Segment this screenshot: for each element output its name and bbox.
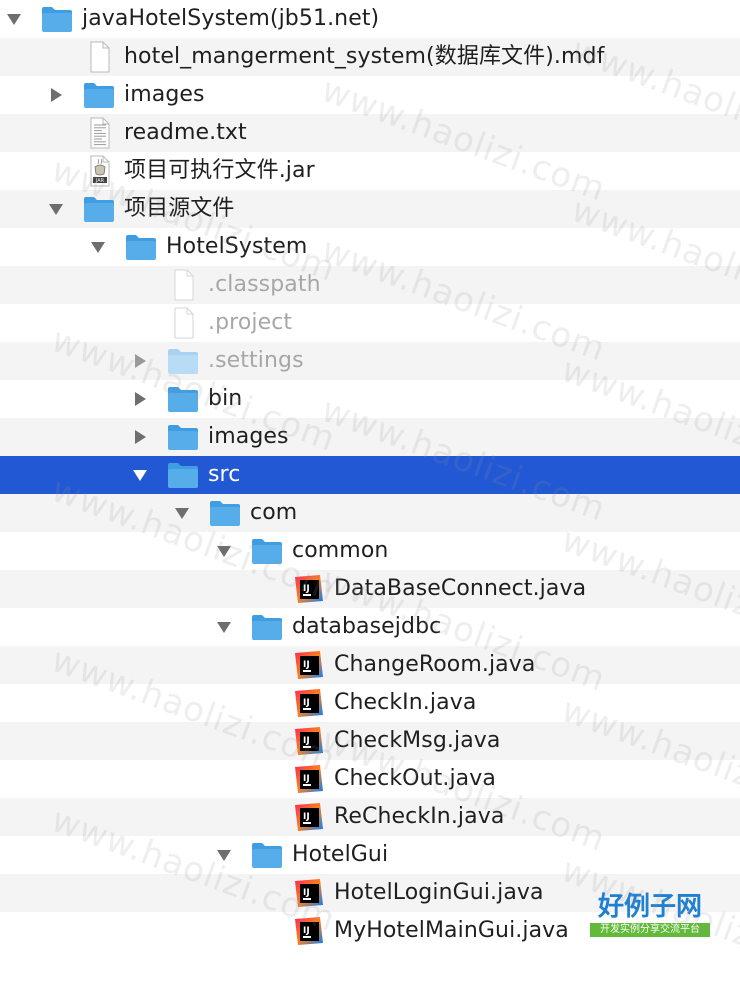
tree-row-common[interactable]: common [0,532,740,570]
tree-row-checkmsg-java[interactable]: IJ CheckMsg.java [0,722,740,760]
tree-item-label: 项目可执行文件.jar [124,158,315,183]
svg-text:JAR: JAR [95,178,105,184]
tree-item-label: HotelLoginGui.java [334,880,544,905]
tree-row-hotelgui[interactable]: HotelGui [0,836,740,874]
java-file-icon: IJ [292,725,326,757]
folder-icon [166,459,200,491]
svg-text:IJ: IJ [303,584,310,594]
svg-text:IJ: IJ [303,888,310,898]
svg-text:IJ: IJ [303,698,310,708]
tree-item-label: DataBaseConnect.java [334,576,587,601]
folder-icon [166,383,200,415]
tree-row-item[interactable]: 项目源文件 [0,190,740,228]
tree-item-label: bin [208,386,243,411]
disclosure-expanded-icon[interactable] [88,237,108,257]
tree-item-label: com [250,500,298,525]
java-file-icon: IJ [292,649,326,681]
java-file-icon: IJ [292,687,326,719]
svg-text:IJ: IJ [303,736,310,746]
tree-row-hotel-mangerment-system-mdf[interactable]: hotel_mangerment_system(数据库文件).mdf [0,38,740,76]
disclosure-expanded-icon[interactable] [130,465,150,485]
tree-row-checkin-java[interactable]: IJ CheckIn.java [0,684,740,722]
tree-item-label: databasejdbc [292,614,442,639]
text-file-icon [82,117,116,149]
tree-item-label: CheckMsg.java [334,728,501,753]
tree-item-label: javaHotelSystem(jb51.net) [82,6,380,31]
file-tree: javaHotelSystem(jb51.net) hotel_mangerme… [0,0,740,952]
disclosure-expanded-icon[interactable] [214,541,234,561]
disclosure-collapsed-icon[interactable] [130,389,150,409]
tree-item-label: .classpath [208,272,321,297]
folder-icon [166,345,200,377]
tree-item-label: common [292,538,389,563]
jar-file-icon: JAR [82,155,116,187]
folder-icon [82,193,116,225]
logo-subtitle: 开发实例分享交流平台 [590,923,710,937]
tree-item-label: CheckIn.java [334,690,477,715]
tree-row-hotelsystem[interactable]: HotelSystem [0,228,740,266]
tree-row-changeroom-java[interactable]: IJ ChangeRoom.java [0,646,740,684]
tree-item-label: images [124,82,205,107]
folder-icon [250,839,284,871]
svg-text:IJ: IJ [303,660,310,670]
tree-row-images[interactable]: images [0,418,740,456]
tree-item-label: src [208,462,241,487]
tree-row-jar[interactable]: JAR 项目可执行文件.jar [0,152,740,190]
java-file-icon: IJ [292,877,326,909]
disclosure-collapsed-icon[interactable] [130,427,150,447]
file-icon [166,269,200,301]
svg-text:IJ: IJ [303,774,310,784]
tree-row-src[interactable]: src [0,456,740,494]
tree-item-label: .settings [208,348,304,373]
logo-title: 好例子网 [597,892,702,922]
java-file-icon: IJ [292,573,326,605]
tree-row-databasejdbc[interactable]: databasejdbc [0,608,740,646]
java-file-icon: IJ [292,801,326,833]
tree-item-label: MyHotelMainGui.java [334,918,569,943]
disclosure-collapsed-icon[interactable] [46,85,66,105]
tree-item-label: readme.txt [124,120,247,145]
tree-row-project[interactable]: .project [0,304,740,342]
folder-icon [40,3,74,35]
tree-row-recheckin-java[interactable]: IJ ReCheckIn.java [0,798,740,836]
svg-text:IJ: IJ [303,812,310,822]
tree-row-images[interactable]: images [0,76,740,114]
disclosure-expanded-icon[interactable] [214,617,234,637]
tree-item-label: images [208,424,289,449]
disclosure-expanded-icon[interactable] [46,199,66,219]
tree-item-label: hotel_mangerment_system(数据库文件).mdf [124,44,605,69]
tree-row-javahotelsystem-jb51-net[interactable]: javaHotelSystem(jb51.net) [0,0,740,38]
tree-item-label: ChangeRoom.java [334,652,536,677]
tree-row-classpath[interactable]: .classpath [0,266,740,304]
folder-icon [250,611,284,643]
tree-item-label: ReCheckIn.java [334,804,505,829]
folder-icon [250,535,284,567]
tree-item-label: .project [208,310,293,335]
tree-row-databaseconnect-java[interactable]: IJ DataBaseConnect.java [0,570,740,608]
tree-item-label: HotelGui [292,842,389,867]
tree-row-readme-txt[interactable]: readme.txt [0,114,740,152]
folder-icon [166,421,200,453]
tree-item-label: HotelSystem [166,234,308,259]
disclosure-expanded-icon[interactable] [4,9,24,29]
folder-icon [82,79,116,111]
tree-row-settings[interactable]: .settings [0,342,740,380]
java-file-icon: IJ [292,763,326,795]
java-file-icon: IJ [292,915,326,947]
disclosure-collapsed-icon[interactable] [130,351,150,371]
svg-text:IJ: IJ [303,926,310,936]
folder-icon [208,497,242,529]
disclosure-expanded-icon[interactable] [214,845,234,865]
tree-row-com[interactable]: com [0,494,740,532]
folder-icon [124,231,158,263]
tree-row-checkout-java[interactable]: IJ CheckOut.java [0,760,740,798]
haolizi-logo: 好例子网 开发实例分享交流平台 [588,892,712,940]
tree-item-label: 项目源文件 [124,196,235,221]
tree-row-bin[interactable]: bin [0,380,740,418]
file-icon [82,41,116,73]
tree-item-label: CheckOut.java [334,766,496,791]
file-icon [166,307,200,339]
disclosure-expanded-icon[interactable] [172,503,192,523]
